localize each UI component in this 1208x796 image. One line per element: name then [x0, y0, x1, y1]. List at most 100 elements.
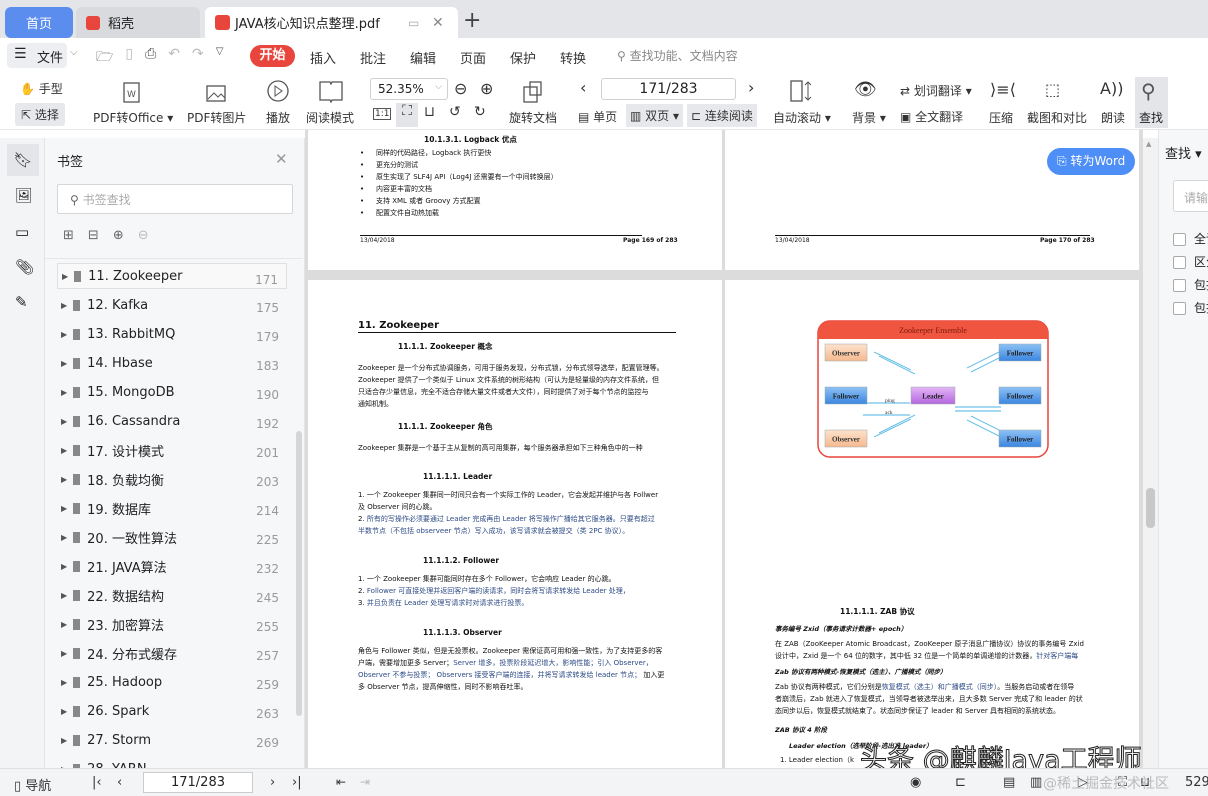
- zoom-out-icon[interactable]: ⊖: [454, 79, 467, 98]
- expand-all-icon[interactable]: ⊞: [63, 228, 74, 243]
- bookmark-item[interactable]: ▶ 16. Cassandra 192: [57, 408, 287, 434]
- expand-arrow-icon[interactable]: ▶: [62, 272, 68, 281]
- fit-page-icon[interactable]: ⛶: [1118, 775, 1127, 790]
- add-bookmark-icon[interactable]: ⊕: [113, 228, 124, 243]
- new-tab-button[interactable]: +: [463, 8, 481, 33]
- hand-tool-button[interactable]: ✋ 手型: [20, 80, 63, 97]
- navigation-toggle[interactable]: ▯ 导航: [14, 775, 51, 794]
- continuous-read-button[interactable]: ⊏ 连续阅读: [687, 104, 757, 127]
- rotate-document-button[interactable]: 旋转文档: [509, 109, 557, 126]
- bookmark-item[interactable]: ▶ 15. MongoDB 190: [57, 379, 287, 405]
- print-icon[interactable]: ⎙: [145, 46, 156, 70]
- fit-width-icon[interactable]: ⊔: [424, 104, 435, 120]
- file-menu-button[interactable]: ☰ 文件: [7, 43, 67, 68]
- expand-arrow-icon[interactable]: ▶: [61, 678, 67, 687]
- read-mode-button[interactable]: 阅读模式: [306, 109, 354, 126]
- fit-width-icon[interactable]: ⊔: [1140, 775, 1150, 790]
- bookmark-item[interactable]: ▶ 18. 负载均衡 203: [57, 466, 287, 492]
- redo-icon[interactable]: ↷: [192, 46, 204, 70]
- word-translate-button[interactable]: ⇄ 划词翻译 ▾: [900, 82, 972, 99]
- bookmark-item[interactable]: ▶ 26. Spark 263: [57, 698, 287, 724]
- close-tab-icon[interactable]: ✕: [432, 15, 444, 31]
- open-folder-icon[interactable]: 🗁: [96, 46, 113, 70]
- fit-page-icon[interactable]: ⛶: [396, 103, 418, 127]
- compress-button[interactable]: 压缩: [989, 109, 1013, 126]
- expand-arrow-icon[interactable]: ▶: [61, 649, 67, 658]
- page-number-input[interactable]: 171/283: [601, 78, 736, 100]
- find-option-checkbox[interactable]: 包括: [1173, 299, 1208, 316]
- expand-arrow-icon[interactable]: ▶: [61, 504, 67, 513]
- background-button[interactable]: 背景 ▾: [852, 109, 886, 126]
- tab-protect[interactable]: 保护: [510, 48, 536, 67]
- expand-arrow-icon[interactable]: ▶: [61, 388, 67, 397]
- screenshot-compare-button[interactable]: 截图和对比: [1027, 109, 1087, 126]
- expand-arrow-icon[interactable]: ▶: [61, 591, 67, 600]
- scrollbar-thumb[interactable]: [1146, 488, 1155, 528]
- bookmark-item[interactable]: ▶ 12. Kafka 175: [57, 292, 287, 318]
- close-sidebar-icon[interactable]: ✕: [275, 150, 288, 168]
- bookmark-item[interactable]: ▶ 13. RabbitMQ 179: [57, 321, 287, 347]
- select-tool-button[interactable]: ⇱ 选择: [15, 103, 65, 126]
- chevron-down-icon[interactable]: ⌵: [70, 47, 78, 58]
- next-page-button[interactable]: ›: [748, 78, 754, 97]
- prev-page-button[interactable]: ‹: [117, 775, 122, 790]
- back-icon[interactable]: ⇤: [336, 775, 346, 789]
- pdf-to-office-button[interactable]: PDF转Office ▾: [93, 109, 173, 126]
- zoom-value[interactable]: 529: [1185, 775, 1208, 790]
- find-button[interactable]: ⚲ 查找: [1135, 77, 1168, 128]
- status-page-input[interactable]: 171/283: [143, 772, 253, 793]
- delete-bookmark-icon[interactable]: ⊖: [138, 228, 149, 243]
- convert-to-word-button[interactable]: ⎘ 转为Word: [1047, 148, 1135, 175]
- tab-page[interactable]: 页面: [460, 48, 486, 67]
- find-panel-title[interactable]: 查找 ▾: [1165, 143, 1202, 162]
- expand-arrow-icon[interactable]: ▶: [61, 475, 67, 484]
- last-page-button[interactable]: ›|: [292, 775, 302, 790]
- more-dropdown-icon[interactable]: ▽: [216, 46, 224, 70]
- bookmark-item[interactable]: ▶ 21. JAVA算法 232: [57, 553, 287, 579]
- single-page-view-icon[interactable]: ▤: [1003, 775, 1015, 790]
- collapse-all-icon[interactable]: ⊟: [88, 228, 99, 243]
- find-option-checkbox[interactable]: 区分: [1173, 253, 1208, 270]
- auto-scroll-button[interactable]: 自动滚动 ▾: [773, 109, 831, 126]
- document-scrollbar[interactable]: ▲: [1143, 138, 1158, 768]
- feature-search-input[interactable]: ⚲ 查找功能、文档内容: [617, 47, 738, 64]
- play-icon[interactable]: ▷: [1078, 775, 1088, 790]
- attachment-icon[interactable]: 📎︎: [15, 258, 34, 276]
- save-icon[interactable]: ▯: [125, 46, 133, 70]
- expand-arrow-icon[interactable]: ▶: [61, 707, 67, 716]
- play-button[interactable]: 播放: [266, 109, 290, 126]
- comment-icon[interactable]: ▭: [15, 223, 29, 241]
- full-translate-button[interactable]: ▣ 全文翻译: [900, 108, 963, 125]
- pin-window-icon[interactable]: ▭: [408, 16, 419, 30]
- continuous-view-icon[interactable]: ⊏: [955, 775, 966, 790]
- find-option-checkbox[interactable]: 全词: [1173, 230, 1208, 247]
- expand-arrow-icon[interactable]: ▶: [61, 301, 67, 310]
- expand-arrow-icon[interactable]: ▶: [61, 446, 67, 455]
- bookmark-item[interactable]: ▶ 22. 数据结构 245: [57, 582, 287, 608]
- tab-insert[interactable]: 插入: [310, 48, 336, 67]
- find-input[interactable]: 请输: [1173, 180, 1208, 212]
- bookmark-item[interactable]: ▶ 17. 设计模式 201: [57, 437, 287, 463]
- expand-arrow-icon[interactable]: ▶: [61, 736, 67, 745]
- rotate-left-icon[interactable]: ↺: [449, 104, 461, 120]
- eye-protection-icon[interactable]: ◉: [910, 775, 921, 790]
- forward-icon[interactable]: ⇥: [360, 775, 370, 789]
- bookmark-item[interactable]: ▶ 23. 加密算法 255: [57, 611, 287, 637]
- rotate-right-icon[interactable]: ↻: [474, 104, 486, 120]
- tab-edit[interactable]: 编辑: [410, 48, 436, 67]
- tab-pdf-document[interactable]: JAVA核心知识点整理.pdf ▭ ✕: [205, 7, 458, 38]
- tab-convert[interactable]: 转换: [560, 48, 586, 67]
- actual-size-icon[interactable]: 1:1: [373, 108, 392, 120]
- bookmark-item[interactable]: ▶ 20. 一致性算法 225: [57, 524, 287, 550]
- bookmark-item[interactable]: ▶ 24. 分布式缓存 257: [57, 640, 287, 666]
- tab-home[interactable]: 首页: [5, 7, 73, 38]
- double-page-view-icon[interactable]: ▥: [1030, 775, 1042, 790]
- next-page-button[interactable]: ›: [270, 775, 275, 790]
- tab-docer[interactable]: 稻壳: [76, 7, 200, 38]
- tab-annotate[interactable]: 批注: [360, 48, 386, 67]
- find-option-checkbox[interactable]: 包括: [1173, 276, 1208, 293]
- previous-page-button[interactable]: ‹: [580, 78, 586, 97]
- expand-arrow-icon[interactable]: ▶: [61, 620, 67, 629]
- bookmark-item[interactable]: ▶ 19. 数据库 214: [57, 495, 287, 521]
- single-page-button[interactable]: ▤ 单页: [578, 108, 617, 125]
